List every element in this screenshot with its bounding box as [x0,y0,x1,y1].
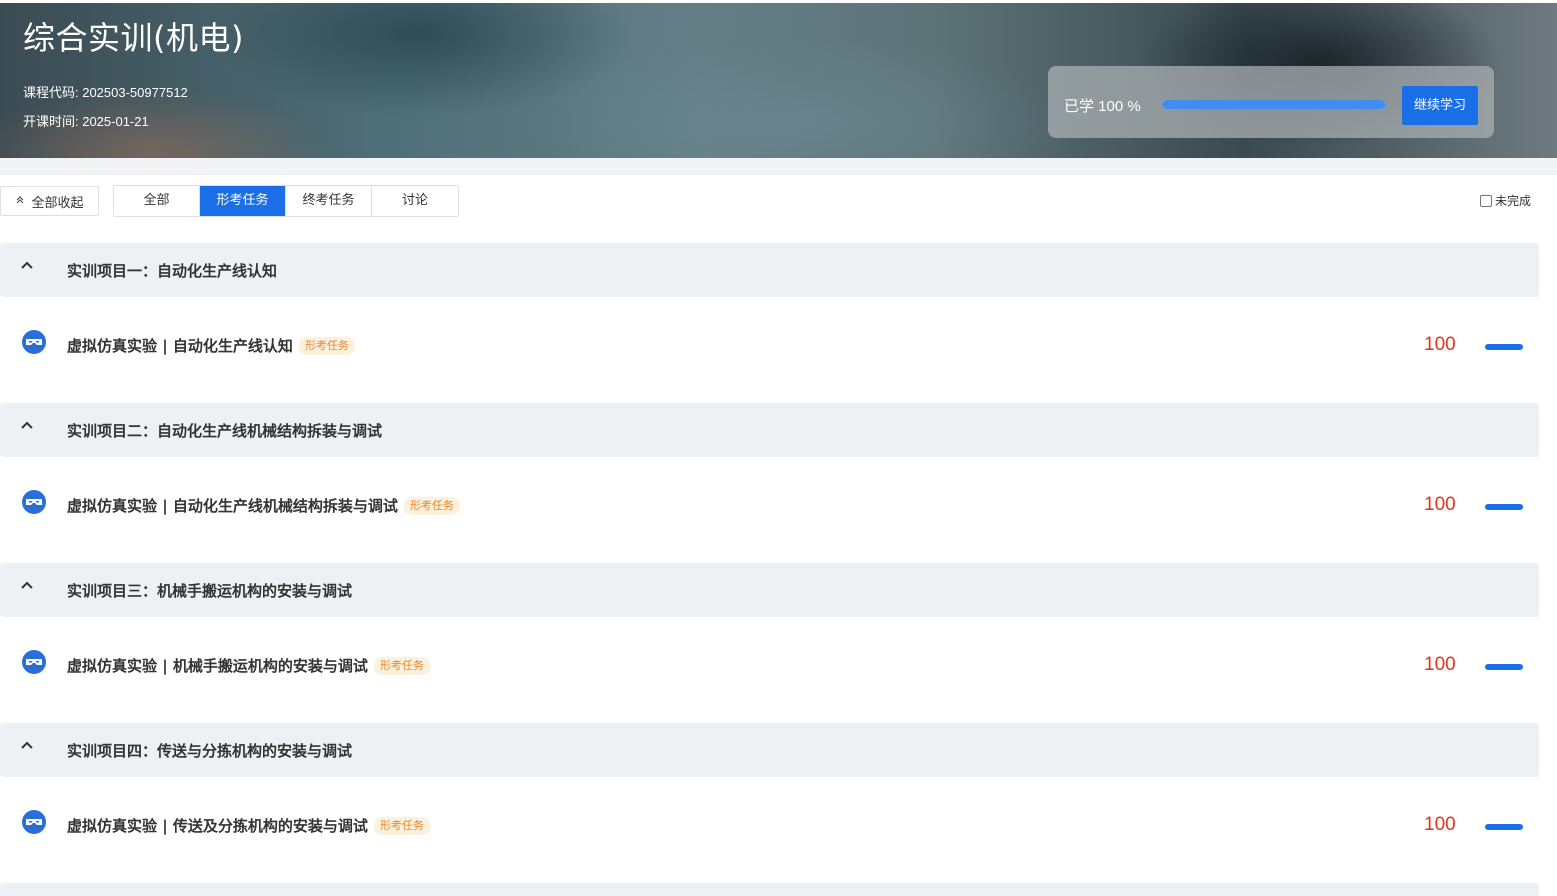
task-title[interactable]: 虚拟仿真实验 | 传送及分拣机构的安装与调试 形考任务 [67,815,430,836]
task-progress-bar [1485,664,1523,670]
incomplete-label: 未完成 [1495,194,1532,208]
collapse-all-button[interactable]: 全部收起 [0,186,99,216]
section-title: 实训项目三：机械手搬运机构的安装与调试 [67,582,353,600]
task-progress-bar [1485,504,1523,510]
tab-discussion[interactable]: 讨论 [372,186,458,216]
task-type-badge: 形考任务 [403,496,460,515]
progress-label: 已学 100 % [1064,98,1141,115]
progress-bar-fill [1162,100,1386,109]
task-row[interactable]: 虚拟仿真实验 | 自动化生产线认知 形考任务 100 [0,326,1539,374]
task-row[interactable]: 虚拟仿真实验 | 机械手搬运机构的安装与调试 形考任务 100 [0,646,1539,694]
task-score: 100 [1424,494,1456,515]
double-chevron-up-icon [15,195,25,208]
task-row[interactable]: 虚拟仿真实验 | 传送及分拣机构的安装与调试 形考任务 100 [0,806,1539,854]
task-progress-bar [1485,344,1523,350]
task-title-text: 虚拟仿真实验 | 机械手搬运机构的安装与调试 [67,657,368,675]
course-start-date: 开课时间: 2025-01-21 [23,114,149,129]
task-type-badge: 形考任务 [373,816,430,835]
task-title-text: 虚拟仿真实验 | 自动化生产线机械结构拆装与调试 [67,497,398,515]
tab-formative-tasks[interactable]: 形考任务 [200,186,286,216]
vr-headset-icon [22,810,46,834]
section-header[interactable]: 实训项目四：传送与分拣机构的安装与调试 [0,723,1539,777]
progress-panel: 已学 100 % 继续学习 [1048,66,1494,138]
course-title: 综合实训(机电) [23,19,244,57]
vr-headset-icon [22,330,46,354]
section-title: 实训项目一：自动化生产线认知 [67,262,278,280]
task-type-badge: 形考任务 [298,336,355,355]
continue-learning-button[interactable]: 继续学习 [1402,86,1478,125]
section-title: 实训项目四：传送与分拣机构的安装与调试 [67,742,353,760]
next-section-header[interactable] [0,883,1539,896]
collapse-all-label: 全部收起 [31,195,84,211]
tab-all[interactable]: 全部 [114,186,200,216]
task-progress-bar [1485,824,1523,830]
task-score: 100 [1424,334,1456,355]
section-header[interactable]: 实训项目三：机械手搬运机构的安装与调试 [0,563,1539,617]
section-header[interactable]: 实训项目一：自动化生产线认知 [0,243,1539,297]
incomplete-filter[interactable]: 未完成 [1480,192,1531,209]
task-type-badge: 形考任务 [373,656,430,675]
course-code: 课程代码: 202503-50977512 [23,85,188,100]
tab-final-tasks[interactable]: 终考任务 [286,186,372,216]
progress-bar [1162,100,1386,109]
task-row[interactable]: 虚拟仿真实验 | 自动化生产线机械结构拆装与调试 形考任务 100 [0,486,1539,534]
incomplete-checkbox[interactable] [1480,194,1492,207]
section-title: 实训项目二：自动化生产线机械结构拆装与调试 [67,422,383,440]
chevron-up-icon[interactable] [20,418,34,437]
separator-strip [0,158,1557,175]
task-title-text: 虚拟仿真实验 | 传送及分拣机构的安装与调试 [67,817,368,835]
task-score: 100 [1424,654,1456,675]
chevron-up-icon[interactable] [20,578,34,597]
vr-headset-icon [22,650,46,674]
chevron-up-icon[interactable] [20,258,34,277]
section-header[interactable]: 实训项目二：自动化生产线机械结构拆装与调试 [0,403,1539,457]
task-score: 100 [1424,814,1456,835]
vr-headset-icon [22,490,46,514]
task-title[interactable]: 虚拟仿真实验 | 自动化生产线认知 形考任务 [67,335,355,356]
task-filter-tabs: 全部 形考任务 终考任务 讨论 [113,185,459,217]
task-title[interactable]: 虚拟仿真实验 | 自动化生产线机械结构拆装与调试 形考任务 [67,495,460,516]
task-title[interactable]: 虚拟仿真实验 | 机械手搬运机构的安装与调试 形考任务 [67,655,430,676]
chevron-up-icon[interactable] [20,738,34,757]
task-title-text: 虚拟仿真实验 | 自动化生产线认知 [67,337,293,355]
course-banner: 综合实训(机电) 课程代码: 202503-50977512 开课时间: 202… [0,3,1557,158]
